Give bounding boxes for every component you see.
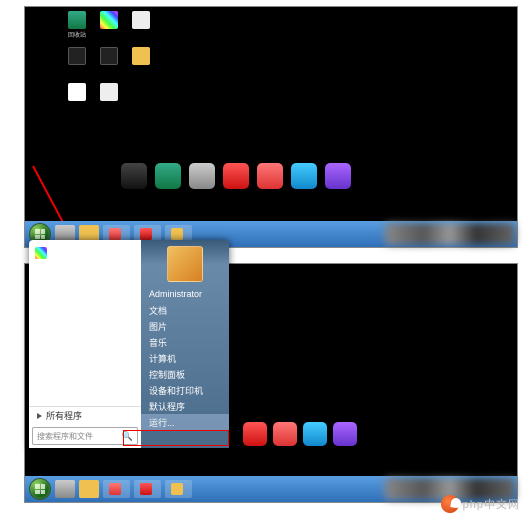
- taskbar-running-2[interactable]: [134, 480, 161, 498]
- desktop-dock-row: [243, 422, 357, 446]
- search-icon: 🔍: [122, 431, 133, 442]
- dock-icon-3[interactable]: [303, 422, 327, 446]
- dock-icon-4[interactable]: [223, 163, 249, 189]
- generic-icon: [100, 83, 118, 101]
- desktop-icon-rainbow[interactable]: [95, 11, 123, 43]
- dock-icon-2[interactable]: [273, 422, 297, 446]
- start-menu-program-item[interactable]: [33, 244, 137, 262]
- app-icon: [171, 228, 183, 240]
- dock-icon-4[interactable]: [333, 422, 357, 446]
- app-icon: [140, 483, 152, 495]
- desktop-icon-cloud[interactable]: [63, 83, 91, 115]
- rainbow-icon: [100, 11, 118, 29]
- all-programs-label: 所有程序: [46, 409, 82, 422]
- desktop-icon-5[interactable]: [95, 47, 123, 79]
- desktop-area: 所有程序 搜索程序和文件 🔍 Administrator 文档 图片 音乐 计算…: [25, 264, 517, 474]
- desktop-icon-8[interactable]: [95, 83, 123, 115]
- start-menu: 所有程序 搜索程序和文件 🔍 Administrator 文档 图片 音乐 计算…: [29, 240, 229, 448]
- start-menu-left-pane: 所有程序 搜索程序和文件 🔍: [29, 240, 141, 448]
- start-menu-run[interactable]: 运行...: [141, 414, 229, 430]
- user-avatar[interactable]: [167, 246, 203, 282]
- start-menu-default-programs[interactable]: 默认程序: [141, 398, 229, 414]
- php-logo-icon: [441, 495, 459, 513]
- taskbar-pinned-1[interactable]: [55, 480, 75, 498]
- start-menu-pictures[interactable]: 图片: [141, 318, 229, 334]
- taskbar-pinned-2[interactable]: [79, 480, 99, 498]
- start-menu-recent-programs: [29, 240, 141, 406]
- watermark-text: php中文网: [463, 496, 520, 512]
- taskbar-running-3[interactable]: [165, 480, 192, 498]
- dock-icon-steam[interactable]: [121, 163, 147, 189]
- start-menu-devices-printers[interactable]: 设备和打印机: [141, 382, 229, 398]
- windows-logo-icon: [35, 484, 45, 494]
- start-menu-documents[interactable]: 文档: [141, 302, 229, 318]
- start-menu-control-panel[interactable]: 控制面板: [141, 366, 229, 382]
- desktop-dock-row: [121, 163, 351, 189]
- all-programs-button[interactable]: 所有程序: [29, 406, 141, 424]
- generic-icon: [100, 47, 118, 65]
- start-menu-music[interactable]: 音乐: [141, 334, 229, 350]
- watermark: php中文网: [441, 495, 520, 513]
- app-icon: [109, 228, 121, 240]
- screenshot-2-start-menu-open: 所有程序 搜索程序和文件 🔍 Administrator 文档 图片 音乐 计算…: [24, 263, 518, 503]
- start-menu-user-name[interactable]: Administrator: [141, 286, 229, 302]
- dock-icon-3[interactable]: [189, 163, 215, 189]
- generic-icon: [132, 11, 150, 29]
- taskbar-running-1[interactable]: [103, 480, 130, 498]
- recycle-bin-icon: [68, 11, 86, 29]
- desktop-icon-recycle-bin[interactable]: 回收站: [63, 11, 91, 43]
- dock-icon-7[interactable]: [325, 163, 351, 189]
- start-menu-right-pane: Administrator 文档 图片 音乐 计算机 控制面板 设备和打印机 默…: [141, 240, 229, 448]
- triangle-right-icon: [37, 413, 42, 419]
- start-menu-computer[interactable]: 计算机: [141, 350, 229, 366]
- start-button[interactable]: [29, 478, 51, 500]
- program-icon: [35, 247, 47, 259]
- system-tray-blurred: [385, 223, 515, 245]
- screenshot-1-desktop: 回收站: [24, 6, 518, 248]
- desktop-icon-label: 回收站: [68, 30, 86, 39]
- cloud-icon: [68, 83, 86, 101]
- windows-logo-icon: [35, 229, 45, 239]
- desktop-icon-3[interactable]: [127, 11, 155, 43]
- desktop-area: 回收站: [25, 7, 517, 219]
- dock-icon-1[interactable]: [243, 422, 267, 446]
- app-icon: [109, 483, 121, 495]
- app-icon: [140, 228, 152, 240]
- start-menu-search-input[interactable]: 搜索程序和文件 🔍: [32, 427, 138, 445]
- app-icon: [171, 483, 183, 495]
- dock-icon-5[interactable]: [257, 163, 283, 189]
- dock-icon-6[interactable]: [291, 163, 317, 189]
- desktop-icon-6[interactable]: [127, 47, 155, 79]
- search-placeholder: 搜索程序和文件: [37, 431, 93, 442]
- dock-icon-recycle[interactable]: [155, 163, 181, 189]
- generic-icon: [68, 47, 86, 65]
- folder-icon: [132, 47, 150, 65]
- desktop-icon-4[interactable]: [63, 47, 91, 79]
